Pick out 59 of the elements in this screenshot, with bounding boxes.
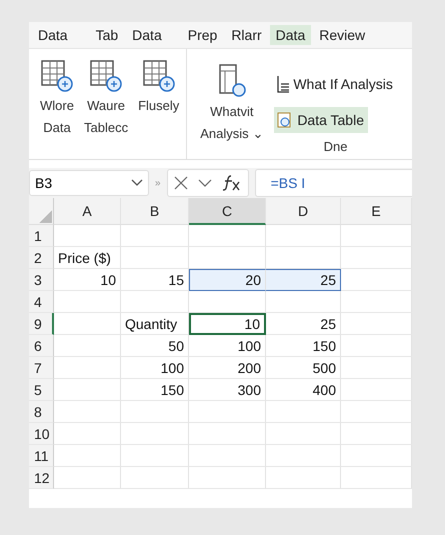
- ribbon-button[interactable]: Data Table: [274, 107, 368, 133]
- ribbon-tab[interactable]: Data: [270, 25, 312, 45]
- table-cell: 15: [121, 269, 189, 291]
- ribbon-tab[interactable]: Data: [32, 25, 74, 45]
- row-header[interactable]: 11: [29, 445, 54, 467]
- table-cell: 25: [266, 269, 341, 291]
- row-header[interactable]: 2: [29, 247, 54, 269]
- table-cell: 300: [189, 379, 266, 401]
- table-cell: 100: [121, 357, 189, 379]
- table-icon: [142, 59, 176, 93]
- formula-field[interactable]: =BS I: [254, 169, 412, 197]
- column-header[interactable]: A: [54, 198, 121, 225]
- table-cell: 150: [266, 335, 341, 357]
- chevron-down-icon: [131, 179, 143, 187]
- table-cell: 10: [54, 269, 121, 291]
- row-header[interactable]: 8: [29, 401, 54, 423]
- separator-icon: »: [155, 178, 161, 188]
- ribbon-button[interactable]: Waure Tablecc: [83, 59, 130, 159]
- name-box[interactable]: B3: [29, 170, 149, 196]
- row-header[interactable]: 9: [29, 313, 54, 335]
- ribbon-button[interactable]: What If Analysis: [274, 71, 397, 97]
- row-header[interactable]: 10: [29, 423, 54, 445]
- close-icon[interactable]: [174, 176, 188, 190]
- row-header[interactable]: 5: [29, 379, 54, 401]
- table-cell: 50: [121, 335, 189, 357]
- function-icon[interactable]: [222, 174, 242, 192]
- ribbon-tab[interactable]: Review: [313, 25, 372, 45]
- table-cell: 400: [266, 379, 341, 401]
- column-header[interactable]: E: [341, 198, 412, 225]
- ribbon-button[interactable]: Wlore Data: [39, 59, 75, 159]
- list-icon: [276, 74, 290, 94]
- column-header[interactable]: D: [266, 198, 341, 225]
- table-cell: 25: [266, 313, 341, 335]
- document-icon: [216, 63, 247, 99]
- table-cell: Price ($): [54, 247, 121, 269]
- table-cell: 20: [189, 269, 266, 291]
- table-cell: Quantity: [121, 313, 189, 335]
- row-header[interactable]: 3: [29, 269, 54, 291]
- table-icon: [40, 59, 74, 93]
- row-header[interactable]: 12: [29, 467, 54, 489]
- group-label: Dne: [324, 139, 348, 154]
- ribbon-tab[interactable]: Data: [126, 25, 168, 45]
- table-cell: 200: [189, 357, 266, 379]
- row-header[interactable]: 4: [29, 291, 54, 313]
- table-cell: 100: [189, 335, 266, 357]
- ribbon-tab[interactable]: Rlarr: [225, 25, 268, 45]
- column-header[interactable]: B: [121, 198, 189, 225]
- ribbon-button[interactable]: Flusely: [137, 59, 180, 159]
- row-header[interactable]: 7: [29, 357, 54, 379]
- row-header[interactable]: 6: [29, 335, 54, 357]
- ribbon-tab[interactable]: Prep: [182, 25, 224, 45]
- column-header[interactable]: C: [189, 198, 266, 225]
- row-header[interactable]: 1: [29, 225, 54, 247]
- table-cell: 10: [189, 313, 266, 335]
- table-cell: 150: [121, 379, 189, 401]
- table-icon: [89, 59, 124, 93]
- what-if-analysis-button[interactable]: Whatvit Analysis ⌄: [199, 59, 264, 159]
- ribbon-tab[interactable]: Tab: [90, 25, 124, 45]
- table-cell: 500: [266, 357, 341, 379]
